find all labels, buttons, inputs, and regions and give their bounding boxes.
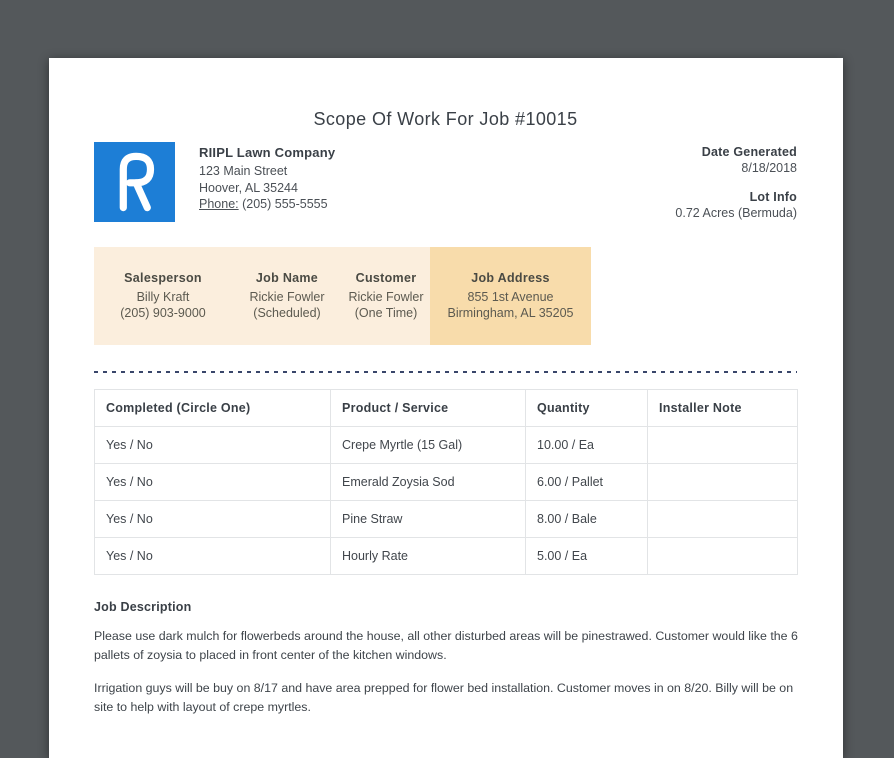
product-cell: Pine Straw (330, 500, 526, 538)
salesperson-label: Salesperson (124, 270, 202, 285)
job-description-heading: Job Description (94, 600, 192, 614)
company-address-line1: 123 Main Street (199, 164, 288, 178)
company-name: RIIPL Lawn Company (199, 145, 336, 160)
job-info-bar: Salesperson Billy Kraft (205) 903-9000 J… (94, 247, 591, 345)
customer-column: Customer Rickie Fowler (One Time) (342, 247, 430, 345)
salesperson-name: Billy Kraft (136, 289, 190, 304)
column-header-product-service: Product / Service (330, 389, 526, 427)
document-page: Scope Of Work For Job #10015 RIIPL Lawn … (49, 58, 843, 758)
column-header-installer-note: Installer Note (647, 389, 798, 427)
job-address-city: Birmingham, AL 35205 (447, 306, 574, 320)
job-description-paragraph-2: Irrigation guys will be buy on 8/17 and … (94, 681, 794, 714)
table-row: Yes / No Emerald Zoysia Sod 6.00 / Palle… (94, 463, 798, 501)
installer-note-cell (647, 463, 798, 501)
job-address-column: Job Address 855 1st Avenue Birmingham, A… (430, 247, 591, 345)
page-title: Scope Of Work For Job #10015 (313, 109, 578, 129)
product-cell: Emerald Zoysia Sod (330, 463, 526, 501)
installer-note-cell (647, 537, 798, 575)
completed-cell: Yes / No (94, 500, 331, 538)
salesperson-column: Salesperson Billy Kraft (205) 903-9000 (94, 247, 232, 345)
job-name-column: Job Name Rickie Fowler (Scheduled) (232, 247, 342, 345)
job-description-paragraph-1: Please use dark mulch for flowerbeds aro… (94, 629, 798, 662)
meta-spacer (675, 176, 797, 189)
job-address-street: 855 1st Avenue (467, 289, 554, 304)
completed-cell: Yes / No (94, 426, 331, 464)
quantity-cell: 6.00 / Pallet (525, 463, 648, 501)
scope-of-work-table: Completed (Circle One) Product / Service… (94, 389, 798, 575)
customer-type: (One Time) (354, 306, 418, 320)
job-status: (Scheduled) (253, 306, 321, 320)
table-header-row: Completed (Circle One) Product / Service… (94, 389, 798, 427)
table-row: Yes / No Pine Straw 8.00 / Bale (94, 500, 798, 538)
completed-cell: Yes / No (94, 537, 331, 575)
completed-cell: Yes / No (94, 463, 331, 501)
column-header-completed: Completed (Circle One) (94, 389, 331, 427)
document-header: RIIPL Lawn Company 123 Main Street Hoove… (94, 142, 797, 222)
customer-label: Customer (355, 270, 417, 285)
quantity-cell: 5.00 / Ea (525, 537, 648, 575)
lot-info-label: Lot Info (749, 190, 797, 204)
column-header-quantity: Quantity (525, 389, 648, 427)
salesperson-phone: (205) 903-9000 (120, 306, 206, 320)
table-row: Yes / No Hourly Rate 5.00 / Ea (94, 537, 798, 575)
date-generated-value: 8/18/2018 (741, 161, 797, 175)
dotted-divider (94, 371, 797, 373)
table-row: Yes / No Crepe Myrtle (15 Gal) 10.00 / E… (94, 426, 798, 464)
job-name-label: Job Name (255, 270, 319, 285)
installer-note-cell (647, 426, 798, 464)
lot-info-value: 0.72 Acres (Bermuda) (675, 206, 797, 220)
quantity-cell: 8.00 / Bale (525, 500, 648, 538)
company-address-line2: Hoover, AL 35244 (199, 180, 298, 195)
job-address-label: Job Address (471, 270, 550, 285)
installer-note-cell (647, 500, 798, 538)
product-cell: Hourly Rate (330, 537, 526, 575)
document-meta: Date Generated 8/18/2018 Lot Info 0.72 A… (675, 142, 797, 222)
customer-name: Rickie Fowler (348, 289, 424, 304)
product-cell: Crepe Myrtle (15 Gal) (330, 426, 526, 464)
job-name-value: Rickie Fowler (249, 289, 325, 304)
company-phone: Phone: (205) 555-5555 (199, 196, 335, 213)
phone-number: (205) 555-5555 (242, 197, 328, 211)
date-generated-label: Date Generated (701, 145, 797, 159)
phone-label: Phone: (199, 197, 239, 211)
company-logo (94, 142, 175, 222)
company-info: RIIPL Lawn Company 123 Main Street Hoove… (199, 142, 335, 222)
quantity-cell: 10.00 / Ea (525, 426, 648, 464)
logo-r-icon (119, 152, 155, 212)
